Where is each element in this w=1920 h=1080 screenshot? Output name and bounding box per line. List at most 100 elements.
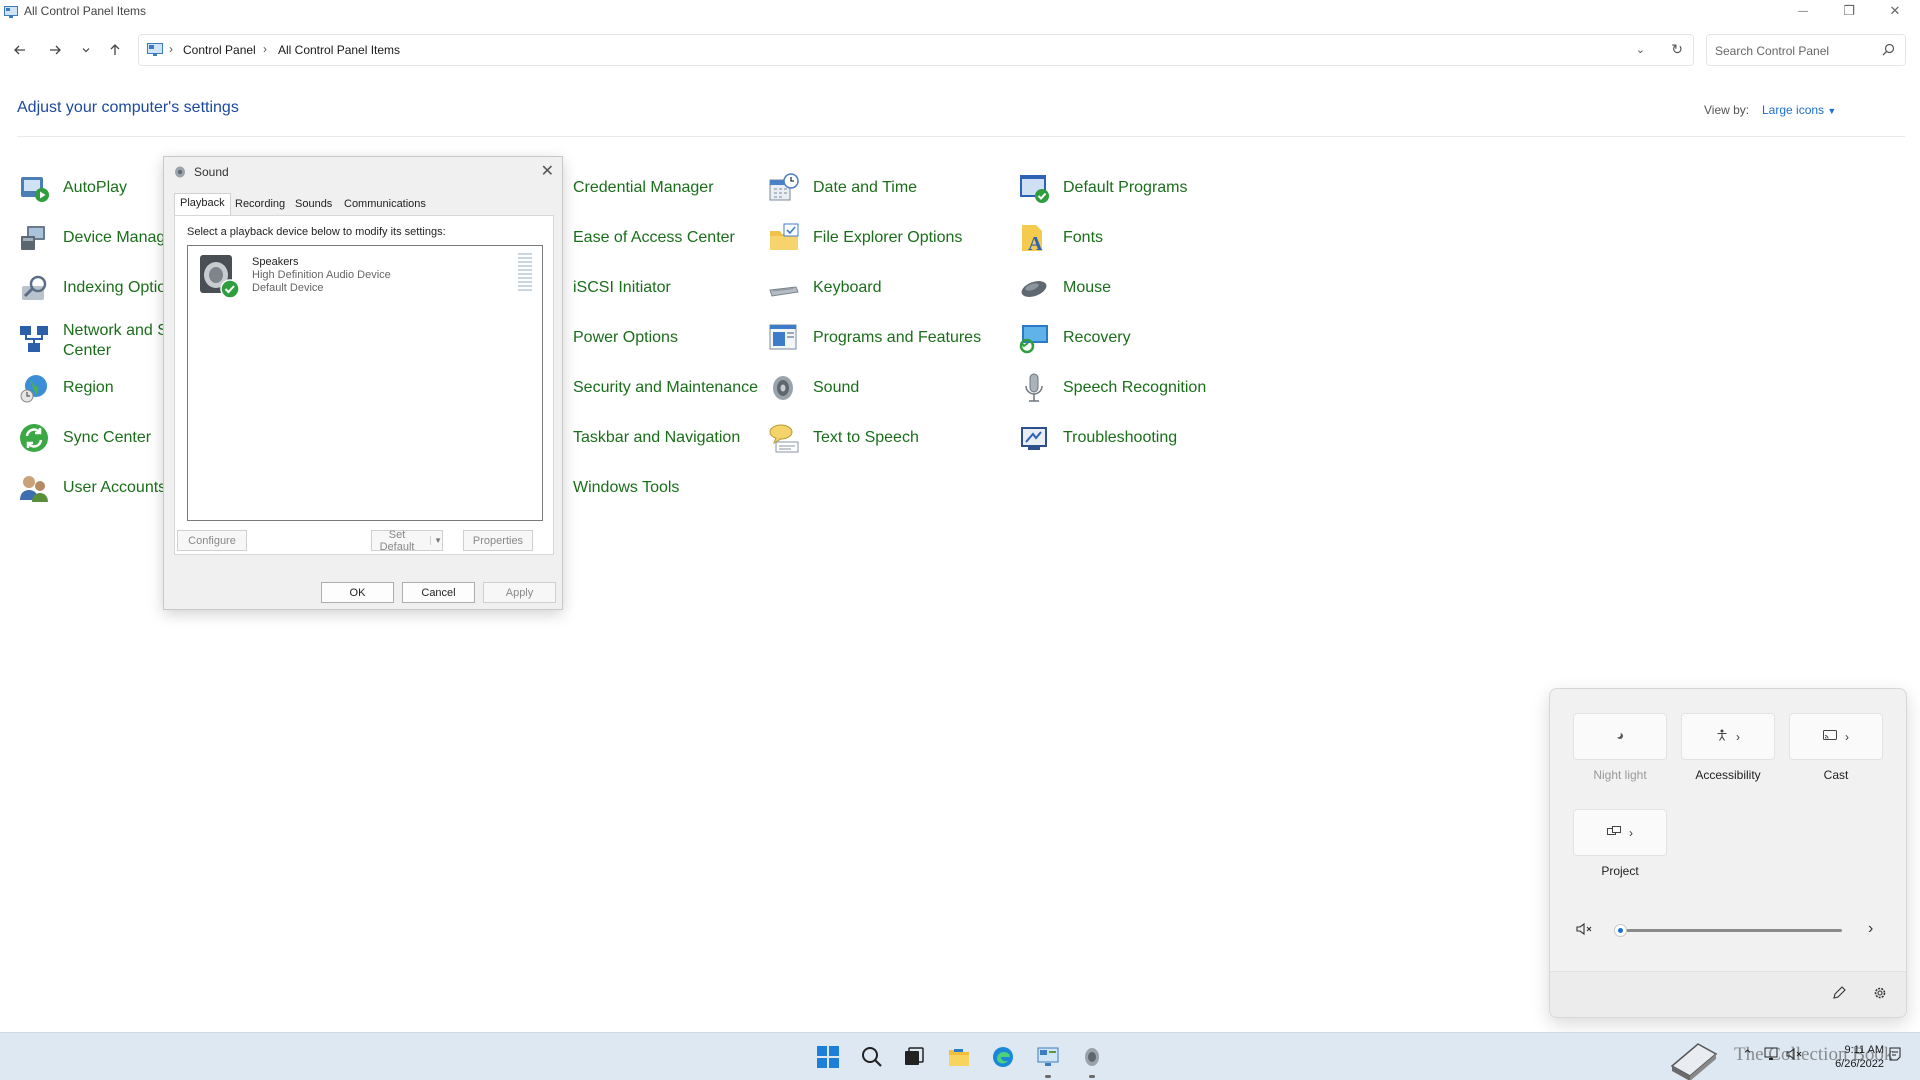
chevron-up-icon[interactable]: ⌃ [1742, 1047, 1753, 1063]
cp-item-autoplay[interactable]: AutoPlay [18, 171, 127, 205]
tab-recording[interactable]: Recording [230, 195, 290, 215]
configure-button[interactable]: Configure [177, 530, 247, 551]
night-light-icon [1615, 730, 1625, 744]
refresh-icon[interactable]: ↻ [1671, 41, 1683, 58]
control-panel-icon [4, 5, 18, 18]
tab-sounds[interactable]: Sounds [290, 195, 337, 215]
chevron-right-icon[interactable]: › [1868, 920, 1873, 938]
default-programs-icon [1020, 175, 1049, 203]
task-view-icon[interactable] [902, 1045, 926, 1069]
search-icon[interactable] [1882, 43, 1895, 61]
svg-text:A: A [1028, 233, 1043, 254]
volume-muted-tray-icon[interactable] [1786, 1047, 1804, 1066]
forward-button[interactable] [43, 38, 67, 62]
breadcrumb-all-items[interactable]: All Control Panel Items [278, 43, 400, 57]
cp-item-device-manager[interactable]: Device Manage [18, 221, 174, 255]
gear-icon[interactable] [1873, 986, 1887, 1005]
cp-item-fonts[interactable]: A Fonts [1018, 221, 1103, 255]
arrow-right-icon [50, 45, 61, 55]
properties-button[interactable]: Properties [463, 530, 533, 551]
accessibility-tile[interactable]: › [1681, 713, 1775, 760]
mouse-icon [1021, 281, 1047, 297]
volume-slider-track[interactable] [1620, 929, 1842, 932]
playback-panel: Select a playback device below to modify… [174, 215, 554, 555]
control-panel-taskbar-icon[interactable] [1036, 1045, 1060, 1069]
network-icon [20, 326, 48, 352]
device-status: Default Device [252, 282, 324, 294]
recent-locations-button[interactable] [74, 38, 98, 62]
volume-slider-thumb[interactable] [1614, 924, 1627, 937]
chevron-down-icon [82, 48, 90, 53]
clock[interactable]: 9:11 AM 6/26/2022 [1835, 1043, 1884, 1071]
chevron-down-icon[interactable]: ▼ [430, 536, 442, 545]
minimize-button[interactable]: — [1780, 0, 1826, 22]
project-tile[interactable]: › [1573, 809, 1667, 856]
cp-item-default-programs[interactable]: Default Programs [1018, 171, 1188, 205]
indexing-options-icon [22, 275, 47, 300]
cp-item-indexing-options[interactable]: Indexing Optio [18, 271, 166, 305]
set-default-button[interactable]: Set Default ▼ [371, 529, 443, 553]
up-button[interactable] [103, 38, 127, 62]
search-icon[interactable] [860, 1045, 884, 1069]
cp-item-network-sharing[interactable]: Network and S Center [18, 321, 168, 365]
clock-time: 9:11 AM [1844, 1044, 1884, 1056]
taskbar: The Collection Book ⌃ 9:11 AM 6/26/2022 [0, 1032, 1920, 1080]
dialog-close-button[interactable]: ✕ [541, 161, 554, 181]
maximize-button[interactable]: ❐ [1826, 0, 1872, 22]
user-accounts-icon [20, 476, 48, 502]
cast-tile[interactable]: › [1789, 713, 1883, 760]
address-dropdown-icon[interactable]: ⌄ [1636, 43, 1645, 56]
sound-dialog: Sound ✕ Playback Recording Sounds Commun… [163, 156, 563, 610]
list-item[interactable]: Speakers High Definition Audio Device De… [188, 246, 542, 302]
text-to-speech-icon [769, 424, 799, 453]
cancel-button[interactable]: Cancel [402, 582, 475, 603]
cp-item-sync-center[interactable]: Sync Center [18, 421, 151, 455]
speaker-icon[interactable] [1080, 1045, 1104, 1069]
ok-button[interactable]: OK [321, 582, 394, 603]
cp-item-keyboard[interactable]: Keyboard [768, 271, 882, 305]
close-window-button[interactable]: ✕ [1872, 0, 1918, 22]
volume-muted-icon[interactable] [1576, 922, 1594, 941]
cp-item-sound[interactable]: Sound [768, 371, 859, 405]
folder-options-icon [770, 223, 799, 250]
cast-label: Cast [1823, 768, 1849, 782]
cp-item-mouse[interactable]: Mouse [1018, 271, 1111, 305]
cp-item-speech-recognition[interactable]: Speech Recognition [1018, 371, 1206, 405]
night-light-toggle[interactable] [1573, 713, 1667, 760]
breadcrumb-separator-icon: › [169, 42, 173, 56]
apply-button[interactable]: Apply [483, 582, 556, 603]
cp-item-region[interactable]: Region [18, 371, 114, 405]
back-button[interactable] [8, 38, 32, 62]
tab-playback[interactable]: Playback [174, 193, 231, 215]
autoplay-icon [21, 177, 49, 202]
search-box[interactable] [1706, 34, 1906, 66]
edit-pencil-icon[interactable] [1832, 986, 1846, 1005]
tab-communications[interactable]: Communications [339, 195, 431, 215]
cp-item-programs-features[interactable]: Programs and Features [768, 321, 981, 355]
restore-icon: ❐ [1843, 3, 1855, 18]
edge-browser-icon[interactable] [991, 1045, 1015, 1069]
search-input[interactable] [1715, 41, 1875, 61]
cp-item-recovery[interactable]: Recovery [1018, 321, 1131, 355]
network-label-line1: Network and S [63, 322, 168, 339]
cp-item-date-time[interactable]: Date and Time [768, 171, 917, 205]
notification-icon[interactable] [1888, 1047, 1902, 1066]
start-windows-icon[interactable] [816, 1045, 840, 1069]
header-divider [17, 136, 1905, 137]
network-tray-icon[interactable] [1764, 1047, 1780, 1066]
troubleshooting-icon [1021, 427, 1047, 450]
file-explorer-icon[interactable] [947, 1045, 971, 1069]
accessibility-label: Accessibility [1695, 768, 1761, 782]
view-by-dropdown[interactable]: Large icons ▼ [1762, 103, 1836, 117]
cp-item-text-to-speech[interactable]: Text to Speech [768, 421, 919, 455]
dropdown-triangle-icon: ▼ [1827, 106, 1837, 116]
cp-item-file-explorer-options[interactable]: File Explorer Options [768, 221, 962, 255]
calendar-clock-icon [769, 173, 799, 201]
address-bar[interactable]: › Control Panel › All Control Panel Item… [138, 34, 1694, 66]
arrow-left-icon [14, 45, 25, 55]
breadcrumb-control-panel[interactable]: Control Panel [183, 43, 256, 57]
project-icon [1607, 825, 1621, 840]
keyboard-icon [769, 286, 799, 297]
cp-item-user-accounts[interactable]: User Accounts [18, 471, 166, 505]
cp-item-troubleshooting[interactable]: Troubleshooting [1018, 421, 1177, 455]
